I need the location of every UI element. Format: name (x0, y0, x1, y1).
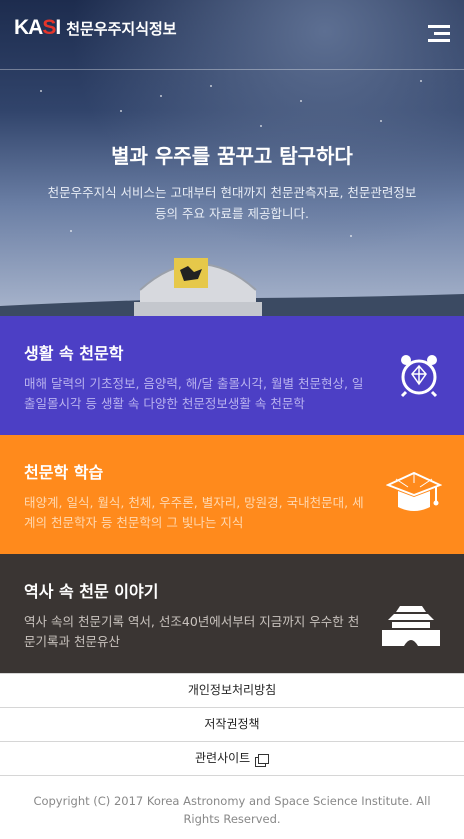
top-header: KASI 천문우주지식정보 (0, 0, 464, 70)
card-text: 매해 달력의 기초정보, 음양력, 해/달 출몰시각, 월별 천문현상, 일출일… (24, 376, 364, 411)
palace-gate-icon (382, 606, 440, 646)
hero-banner: KASI 천문우주지식정보 별과 우주를 꿈꾸고 탐구하다 천문우주지식 서비스… (0, 0, 464, 316)
site-title: 천문우주지식정보 (66, 19, 177, 38)
graduation-cap-icon (386, 471, 442, 511)
kasi-logo-mark: KASI (14, 16, 61, 39)
card-title: 생활 속 천문학 (24, 344, 124, 363)
privacy-policy-link[interactable]: 개인정보처리방침 (0, 673, 464, 708)
card-text: 태양계, 일식, 월식, 천체, 우주론, 별자리, 망원경, 국내천문대, 세… (24, 495, 364, 530)
card-title: 역사 속 천문 이야기 (24, 582, 159, 601)
copyright-policy-link[interactable]: 저작권정책 (0, 708, 464, 742)
site-logo[interactable]: KASI 천문우주지식정보 (14, 16, 177, 40)
observatory-dome-icon (0, 258, 464, 316)
related-sites-link[interactable]: 관련사이트 (0, 742, 464, 776)
new-window-icon (258, 753, 270, 764)
card-title: 천문학 학습 (24, 463, 104, 482)
card-history-astronomy[interactable]: 역사 속 천문 이야기 역사 속의 천문기록 역서, 선조40년에서부터 지금까… (0, 554, 464, 673)
copyright-text: Copyright (C) 2017 Korea Astronomy and S… (33, 794, 431, 826)
hero-headline: 별과 우주를 꿈꾸고 탐구하다 (111, 144, 353, 168)
card-text: 역사 속의 천문기록 역서, 선조40년에서부터 지금까지 우수한 천문기록과 … (24, 614, 360, 649)
hamburger-menu-icon[interactable] (428, 25, 450, 43)
card-everyday-astronomy[interactable]: 생활 속 천문학 매해 달력의 기초정보, 음양력, 해/달 출몰시각, 월별 … (0, 316, 464, 435)
card-astronomy-learning[interactable]: 천문학 학습 태양계, 일식, 월식, 천체, 우주론, 별자리, 망원경, 국… (0, 435, 464, 554)
alarm-clock-icon (400, 355, 438, 398)
hero-description: 천문우주지식 서비스는 고대부터 현대까지 천문관측자료, 천문관련정보 등의 … (47, 185, 417, 221)
footer-links: 개인정보처리방침 저작권정책 관련사이트 (0, 673, 464, 776)
